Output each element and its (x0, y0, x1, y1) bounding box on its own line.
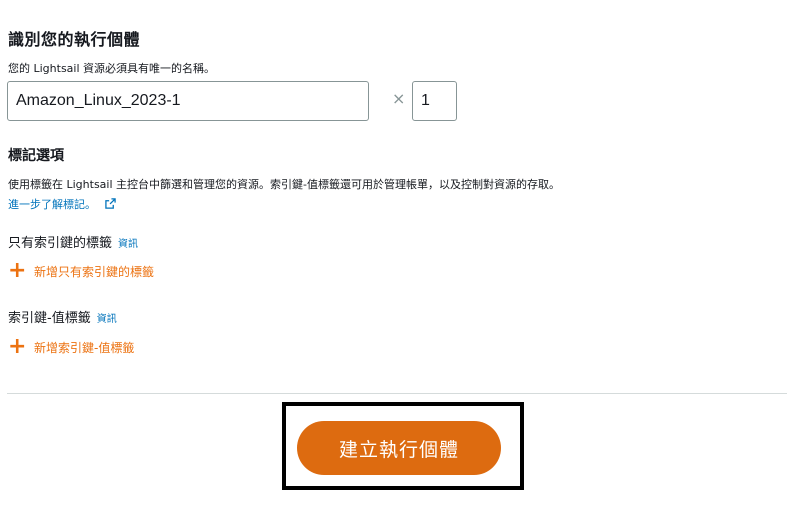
key-value-info-link[interactable]: 資訊 (97, 314, 117, 325)
create-instance-button[interactable]: 建立執行個體 (297, 421, 501, 475)
key-only-tag-label: 只有索引鍵的標籤 (8, 236, 113, 251)
section-divider (7, 393, 787, 394)
plus-icon: + (8, 334, 27, 359)
key-only-tag-heading: 只有索引鍵的標籤 資訊 (8, 232, 138, 251)
plus-icon: + (8, 258, 27, 283)
add-key-only-tag-label: 新增只有索引鍵的標籤 (34, 264, 155, 279)
instance-count-input[interactable] (412, 81, 457, 121)
learn-more-label: 進一步了解標記。 (8, 198, 96, 211)
tags-title: 標記選項 (8, 148, 64, 164)
tags-description: 使用標籤在 Lightsail 主控台中篩選和管理您的資源。索引鍵-值標籤還可用… (8, 178, 560, 191)
times-icon: × (392, 89, 406, 108)
learn-more-link[interactable]: 進一步了解標記。 (8, 193, 116, 213)
external-link-icon (105, 194, 116, 213)
key-only-info-link[interactable]: 資訊 (118, 239, 138, 250)
add-key-only-tag-button[interactable]: + 新增只有索引鍵的標籤 (8, 258, 155, 283)
key-value-tag-heading: 索引鍵-值標籤 資訊 (8, 307, 117, 326)
key-value-tag-label: 索引鍵-值標籤 (8, 311, 91, 326)
identify-title: 識別您的執行個體 (8, 30, 141, 49)
add-key-value-tag-button[interactable]: + 新增索引鍵-值標籤 (8, 334, 135, 359)
add-key-value-tag-label: 新增索引鍵-值標籤 (34, 340, 135, 355)
identify-description: 您的 Lightsail 資源必須具有唯一的名稱。 (8, 62, 216, 75)
instance-name-input[interactable] (7, 81, 369, 121)
